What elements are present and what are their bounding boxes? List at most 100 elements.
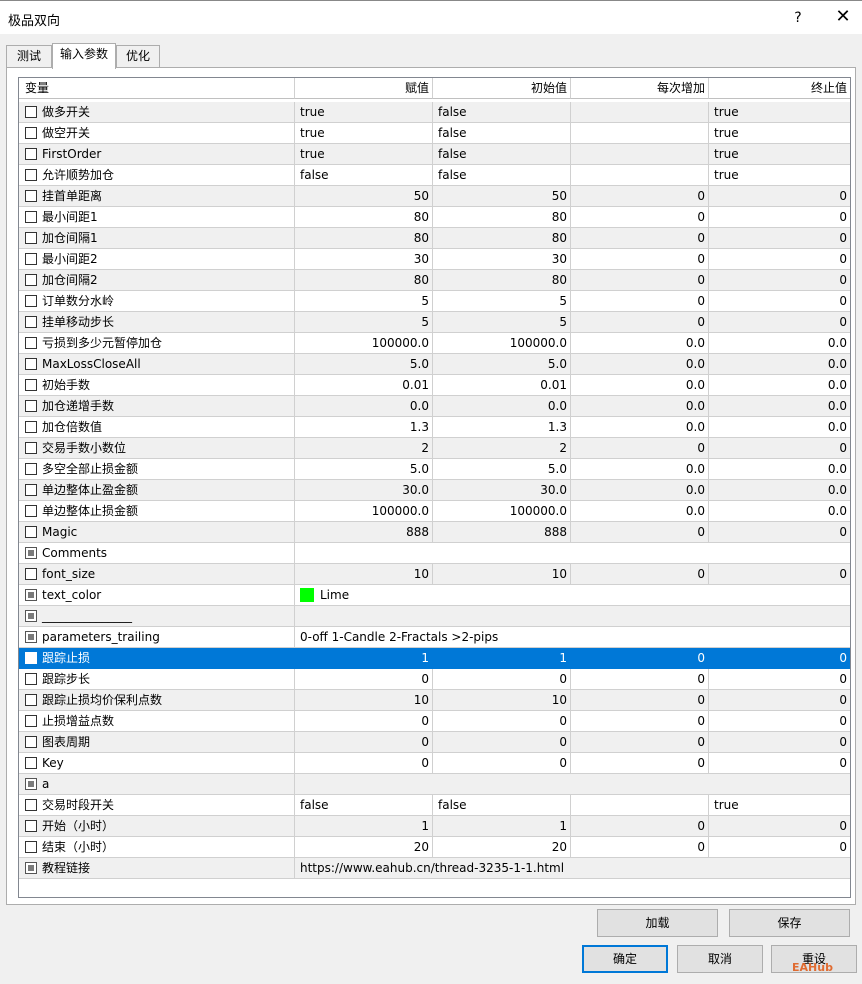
optimize-checkbox[interactable] <box>25 631 37 643</box>
table-row[interactable]: 初始手数 0.01 0.01 0.0 0.0 <box>19 375 850 396</box>
optimize-checkbox[interactable] <box>25 463 37 475</box>
value-cell[interactable]: 888 <box>295 522 433 543</box>
stop-cell[interactable]: 0 <box>709 669 850 690</box>
step-cell[interactable]: 0 <box>571 711 709 732</box>
table-row[interactable]: Magic 888 888 0 0 <box>19 522 850 543</box>
step-cell[interactable]: 0 <box>571 753 709 774</box>
optimize-checkbox[interactable] <box>25 484 37 496</box>
start-cell[interactable]: 5.0 <box>433 354 571 375</box>
optimize-checkbox[interactable] <box>25 316 37 328</box>
table-row[interactable]: 教程链接 https://www.eahub.cn/thread-3235-1-1… <box>19 858 850 879</box>
value-cell[interactable]: 30.0 <box>295 480 433 501</box>
optimize-checkbox[interactable] <box>25 610 37 622</box>
optimize-checkbox[interactable] <box>25 736 37 748</box>
optimize-checkbox[interactable] <box>25 799 37 811</box>
value-cell[interactable]: 50 <box>295 186 433 207</box>
stop-cell[interactable]: 0 <box>709 711 850 732</box>
step-cell[interactable]: 0 <box>571 690 709 711</box>
help-button[interactable]: ? <box>783 6 813 30</box>
stop-cell[interactable]: 0.0 <box>709 375 850 396</box>
value-cell[interactable]: false <box>295 795 433 816</box>
step-cell[interactable] <box>571 102 709 123</box>
step-cell[interactable]: 0.0 <box>571 375 709 396</box>
optimize-checkbox[interactable] <box>25 526 37 538</box>
step-cell[interactable]: 0.0 <box>571 501 709 522</box>
stop-cell[interactable]: 0 <box>709 270 850 291</box>
optimize-checkbox[interactable] <box>25 337 37 349</box>
col-header-value[interactable]: 赋值 <box>295 78 433 99</box>
optimize-checkbox[interactable] <box>25 253 37 265</box>
table-row[interactable]: 止损增益点数 0 0 0 0 <box>19 711 850 732</box>
step-cell[interactable]: 0 <box>571 249 709 270</box>
value-cell[interactable]: 10 <box>295 690 433 711</box>
stop-cell[interactable]: true <box>709 123 850 144</box>
value-cell[interactable]: 10 <box>295 564 433 585</box>
start-cell[interactable]: 888 <box>433 522 571 543</box>
table-row[interactable]: 做多开关 true false true <box>19 102 850 123</box>
optimize-checkbox[interactable] <box>25 274 37 286</box>
value-cell[interactable]: 80 <box>295 228 433 249</box>
stop-cell[interactable]: 0.0 <box>709 354 850 375</box>
value-cell[interactable] <box>295 606 850 627</box>
stop-cell[interactable]: 0 <box>709 564 850 585</box>
start-cell[interactable]: false <box>433 165 571 186</box>
start-cell[interactable]: 5 <box>433 291 571 312</box>
start-cell[interactable]: 0.0 <box>433 396 571 417</box>
stop-cell[interactable]: true <box>709 144 850 165</box>
step-cell[interactable]: 0 <box>571 438 709 459</box>
col-header-stop[interactable]: 终止值 <box>709 78 850 99</box>
optimize-checkbox[interactable] <box>25 442 37 454</box>
value-cell[interactable] <box>295 774 850 795</box>
value-cell[interactable]: true <box>295 144 433 165</box>
step-cell[interactable]: 0 <box>571 312 709 333</box>
start-cell[interactable]: 100000.0 <box>433 333 571 354</box>
table-row[interactable]: 最小间距2 30 30 0 0 <box>19 249 850 270</box>
table-row[interactable]: 挂首单距离 50 50 0 0 <box>19 186 850 207</box>
step-cell[interactable]: 0 <box>571 669 709 690</box>
stop-cell[interactable]: 0 <box>709 438 850 459</box>
optimize-checkbox[interactable] <box>25 379 37 391</box>
start-cell[interactable]: 50 <box>433 186 571 207</box>
step-cell[interactable]: 0.0 <box>571 417 709 438</box>
start-cell[interactable]: 5 <box>433 312 571 333</box>
step-cell[interactable]: 0.0 <box>571 459 709 480</box>
table-row[interactable]: 允许顺势加仓 false false true <box>19 165 850 186</box>
table-row[interactable]: 最小间距1 80 80 0 0 <box>19 207 850 228</box>
value-cell[interactable]: 2 <box>295 438 433 459</box>
optimize-checkbox[interactable] <box>25 295 37 307</box>
step-cell[interactable]: 0 <box>571 732 709 753</box>
optimize-checkbox[interactable] <box>25 190 37 202</box>
table-row[interactable]: 做空开关 true false true <box>19 123 850 144</box>
tab-inputs[interactable]: 输入参数 <box>52 43 116 69</box>
table-row[interactable]: 图表周期 0 0 0 0 <box>19 732 850 753</box>
start-cell[interactable]: 0 <box>433 753 571 774</box>
value-cell[interactable]: false <box>295 165 433 186</box>
value-cell[interactable]: 1.3 <box>295 417 433 438</box>
value-cell[interactable]: 30 <box>295 249 433 270</box>
stop-cell[interactable]: 0 <box>709 690 850 711</box>
optimize-checkbox[interactable] <box>25 673 37 685</box>
step-cell[interactable]: 0.0 <box>571 396 709 417</box>
table-row[interactable]: 跟踪步长 0 0 0 0 <box>19 669 850 690</box>
value-cell[interactable] <box>295 543 850 564</box>
stop-cell[interactable]: 0.0 <box>709 480 850 501</box>
value-cell[interactable]: 0 <box>295 753 433 774</box>
value-cell[interactable]: 80 <box>295 270 433 291</box>
value-cell[interactable]: 1 <box>295 816 433 837</box>
table-row[interactable]: a <box>19 774 850 795</box>
tab-test[interactable]: 测试 <box>6 45 52 68</box>
stop-cell[interactable]: 0.0 <box>709 459 850 480</box>
start-cell[interactable]: 10 <box>433 690 571 711</box>
step-cell[interactable] <box>571 144 709 165</box>
value-cell[interactable]: Lime <box>295 585 850 606</box>
optimize-checkbox[interactable] <box>25 652 37 664</box>
table-row[interactable]: 加仓倍数值 1.3 1.3 0.0 0.0 <box>19 417 850 438</box>
value-cell[interactable]: 5.0 <box>295 354 433 375</box>
value-cell[interactable]: 0 <box>295 732 433 753</box>
stop-cell[interactable]: 0 <box>709 837 850 858</box>
start-cell[interactable]: false <box>433 144 571 165</box>
step-cell[interactable]: 0 <box>571 564 709 585</box>
value-cell[interactable]: 0.01 <box>295 375 433 396</box>
start-cell[interactable]: false <box>433 123 571 144</box>
value-cell[interactable]: https://www.eahub.cn/thread-3235-1-1.htm… <box>295 858 850 879</box>
